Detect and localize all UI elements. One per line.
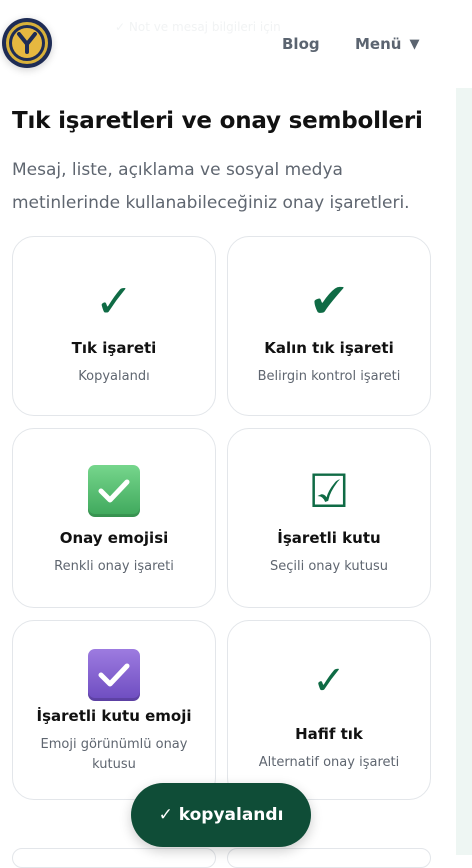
card-title: Kalın tık işareti	[264, 339, 394, 357]
ballot-box-with-check-icon: ☑	[308, 464, 350, 518]
nav-blog-link[interactable]: Blog	[282, 35, 320, 53]
nav-menu-button[interactable]: Menü ▼	[355, 35, 419, 53]
card-subtitle: Renkli onay işareti	[54, 559, 174, 574]
card-subtitle: Alternatif onay işareti	[258, 755, 400, 770]
symbol-card-check-emoji[interactable]: Onay emojisi Renkli onay işareti	[12, 428, 216, 608]
card-title: İşaretli kutu emoji	[36, 707, 192, 725]
card-title: İşaretli kutu	[277, 529, 381, 547]
card-title: Tık işareti	[71, 339, 157, 357]
check-mark-icon: ✓	[94, 274, 134, 328]
symbol-card-ballot-emoji[interactable]: İşaretli kutu emoji Emoji görünümlü onay…	[12, 620, 216, 800]
next-card-row	[12, 848, 431, 868]
symbol-card-ballot-box[interactable]: ☑ İşaretli kutu Seçili onay kutusu	[227, 428, 431, 608]
symbol-card-light-check[interactable]: ✓ Hafif tık Alternatif onay işareti	[227, 620, 431, 800]
site-logo[interactable]	[2, 18, 52, 68]
right-edge-strip	[456, 88, 472, 855]
symbol-card-heavy-check[interactable]: ✔ Kalın tık işareti Belirgin kontrol işa…	[227, 236, 431, 416]
card-subtitle: Emoji görünümlü onay kutusu	[40, 737, 188, 772]
light-check-mark-icon: ✓	[312, 658, 346, 704]
page-title: Tık işaretleri ve onay sembolleri	[12, 108, 423, 134]
next-card-left[interactable]	[12, 848, 216, 868]
symbol-card-check[interactable]: ✓ Tık işareti Kopyalandı	[12, 236, 216, 416]
nav-menu-label: Menü	[355, 35, 402, 53]
page-intro: Mesaj, liste, açıklama ve sosyal medya m…	[12, 160, 410, 213]
card-subtitle: Belirgin kontrol işareti	[257, 369, 401, 384]
chevron-down-icon: ▼	[409, 36, 420, 52]
card-title: Onay emojisi	[59, 529, 169, 547]
copied-toast: ✓ kopyalandı	[131, 783, 311, 847]
card-subtitle: Seçili onay kutusu	[269, 559, 389, 574]
heavy-check-mark-icon: ✔	[308, 273, 350, 329]
symbol-card-grid: ✓ Tık işareti Kopyalandı ✔ Kalın tık işa…	[12, 236, 431, 800]
ballot-box-with-check-emoji-icon	[88, 649, 140, 701]
header-ghost-text: ✓ Not ve mesaj bilgileri için	[115, 20, 281, 34]
next-card-right[interactable]	[227, 848, 431, 868]
card-subtitle: Kopyalandı	[78, 369, 150, 384]
check-mark-button-emoji-icon	[88, 465, 140, 517]
site-header: ✓ Not ve mesaj bilgileri için Blog Menü …	[0, 0, 472, 88]
logo-y-icon	[17, 32, 37, 54]
card-title: Hafif tık	[295, 725, 363, 743]
